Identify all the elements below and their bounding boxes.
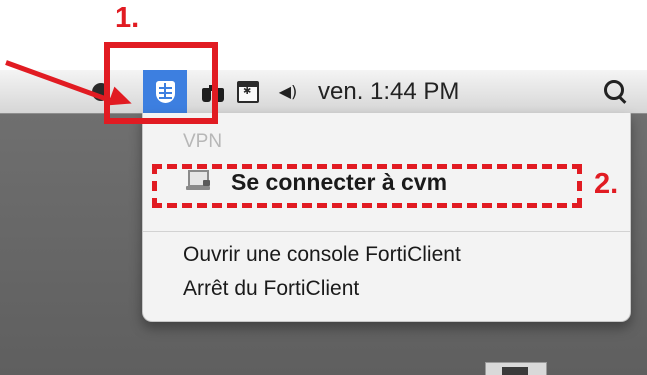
desktop-window-thumbnail	[485, 362, 547, 375]
volume-icon[interactable]: ◀︎)	[272, 70, 304, 113]
menu-bar-clock[interactable]: ven. 1:44 PM	[312, 70, 516, 113]
annotation-step1-label: 1.	[115, 2, 140, 34]
menu-item-open-console[interactable]: Ouvrir une console FortiClient	[183, 243, 461, 267]
annotation-box-step1	[104, 42, 218, 124]
menu-section-header: VPN	[183, 131, 223, 152]
spotlight-search-icon[interactable]	[596, 70, 636, 113]
forticlient-dropdown-menu: VPN Se connecter à cvm Ouvrir une consol…	[142, 113, 631, 322]
annotation-box-step2	[152, 164, 582, 208]
menu-separator	[143, 231, 630, 232]
keyboard-viewer-icon[interactable]	[232, 70, 264, 113]
annotation-step2-label: 2.	[594, 168, 619, 200]
screenshot: ◀︎) ven. 1:44 PM VPN Se connecter à cvm …	[0, 0, 647, 375]
menu-item-quit-forticlient[interactable]: Arrêt du FortiClient	[183, 277, 359, 301]
